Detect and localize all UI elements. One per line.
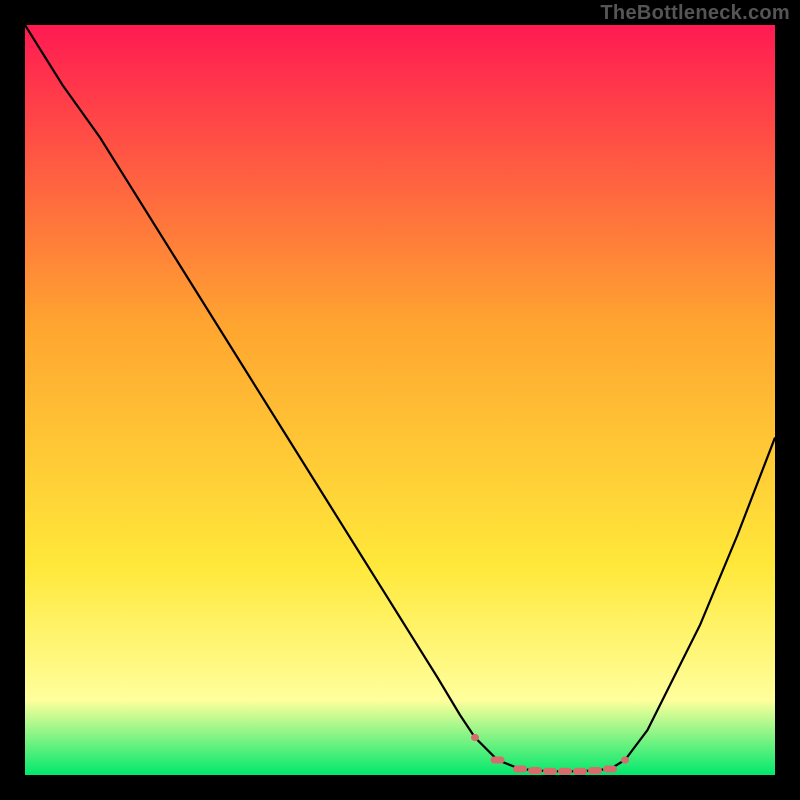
marker-dot <box>558 768 572 775</box>
marker-dot <box>543 768 557 775</box>
marker-dot <box>621 757 629 764</box>
marker-dot <box>528 767 542 774</box>
marker-dot <box>513 766 527 773</box>
marker-dot <box>573 768 587 775</box>
marker-dot <box>471 734 479 741</box>
marker-dot <box>588 767 602 774</box>
chart-svg <box>25 25 775 775</box>
chart-frame: TheBottleneck.com <box>0 0 800 800</box>
marker-dot <box>603 766 617 773</box>
watermark-text: TheBottleneck.com <box>600 2 790 25</box>
marker-dot <box>491 757 505 764</box>
gradient-background <box>25 25 775 775</box>
plot-area <box>25 25 775 775</box>
